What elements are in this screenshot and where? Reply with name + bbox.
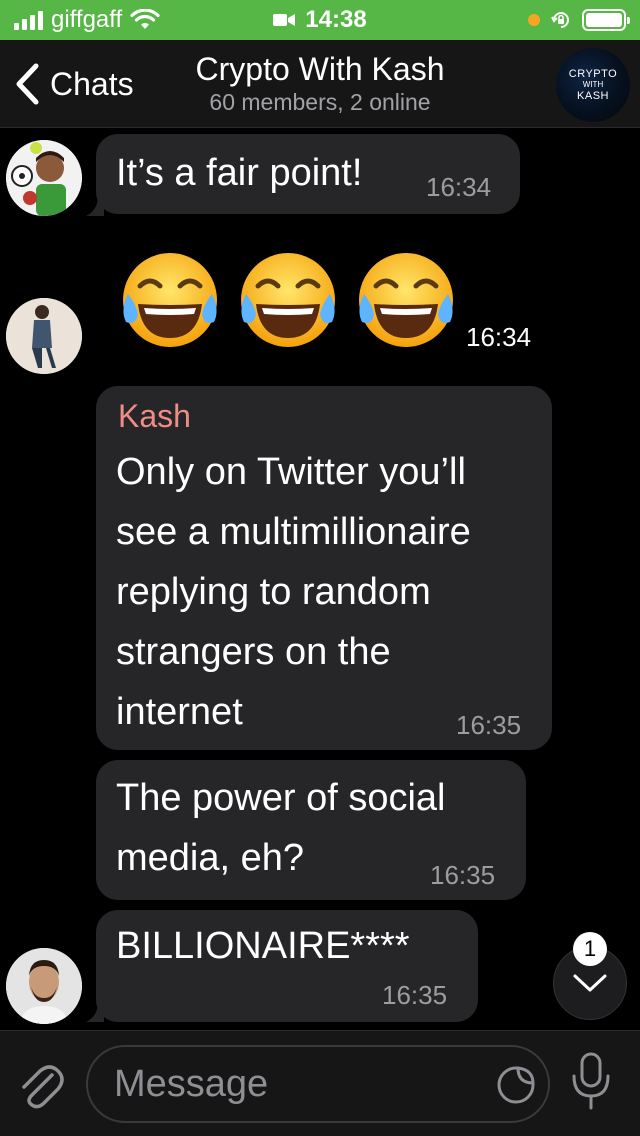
status-bar: giffgaff 14:38 <box>0 0 640 40</box>
message-text: The power of social media, eh? <box>116 768 446 888</box>
status-time: 14:38 <box>305 6 367 33</box>
microphone-icon[interactable] <box>568 1050 614 1112</box>
message-line: The power of social <box>116 777 446 819</box>
message-composer: Message <box>0 1030 640 1136</box>
message-text: BILLIONAIRE**** <box>116 925 410 967</box>
message-time: 16:34 <box>466 322 532 352</box>
paperclip-icon[interactable] <box>18 1061 64 1109</box>
sticker-icon[interactable] <box>496 1065 536 1105</box>
message-line: strangers on the <box>116 631 391 673</box>
rotation-lock-icon <box>551 12 569 28</box>
message-placeholder: Message <box>114 1063 269 1105</box>
chat-header: Chats Crypto With Kash 60 members, 2 onl… <box>0 40 640 128</box>
back-label: Chats <box>50 65 134 102</box>
photo-avatar-icon <box>6 298 82 374</box>
message-text: It’s a fair point! <box>116 152 363 194</box>
chevron-left-icon <box>16 63 39 105</box>
tears-of-joy-emoji-icon <box>241 253 335 347</box>
message-line: internet <box>116 691 243 733</box>
sender-avatar[interactable] <box>6 298 82 374</box>
chat-title-area[interactable]: Crypto With Kash 60 members, 2 online <box>150 50 490 116</box>
sender-avatar[interactable] <box>6 140 82 216</box>
photo-avatar-icon <box>6 948 82 1024</box>
chevron-down-icon <box>573 974 607 992</box>
message-time: 16:35 <box>382 980 448 1010</box>
status-right <box>528 0 630 40</box>
sender-avatar[interactable] <box>6 948 82 1024</box>
message-bubble[interactable]: BILLIONAIRE**** 16:35 <box>96 910 478 1022</box>
group-avatar[interactable]: CRYPTO WITH KASH <box>556 48 630 122</box>
group-avatar-text-1: CRYPTO <box>568 68 618 80</box>
message-line: replying to random <box>116 571 431 613</box>
message-input[interactable]: Message <box>86 1045 550 1123</box>
message-time: 16:35 <box>430 860 496 890</box>
tears-of-joy-emoji-icon <box>123 253 217 347</box>
unread-count-badge: 1 <box>573 932 607 966</box>
sender-name: Kash <box>118 398 191 434</box>
message-bubble[interactable]: The power of social media, eh? 16:35 <box>96 760 526 900</box>
group-avatar-text-3: KASH <box>577 90 609 102</box>
message-line: see a multimillionaire <box>116 511 471 553</box>
chat-title: Crypto With Kash <box>195 51 445 87</box>
message-text: Only on Twitter you’ll see a multimillio… <box>116 442 471 742</box>
tears-of-joy-emoji-icon <box>359 253 453 347</box>
mic-in-use-indicator-icon <box>528 14 540 26</box>
screen-recording-icon <box>273 14 296 26</box>
message-line: media, eh? <box>116 837 305 879</box>
message-bubble[interactable]: Kash Only on Twitter you’ll see a multim… <box>96 386 552 750</box>
group-avatar-text-2: WITH <box>582 80 604 89</box>
chat-subtitle: 60 members, 2 online <box>209 89 431 115</box>
cartoon-avatar-icon <box>6 140 82 216</box>
back-button[interactable]: Chats <box>14 60 134 108</box>
message-line: Only on Twitter you’ll <box>116 451 466 493</box>
message-time: 16:35 <box>456 710 522 740</box>
battery-icon <box>582 9 630 31</box>
message-time: 16:34 <box>426 172 492 202</box>
message-bubble[interactable]: It’s a fair point! 16:34 <box>96 134 520 214</box>
